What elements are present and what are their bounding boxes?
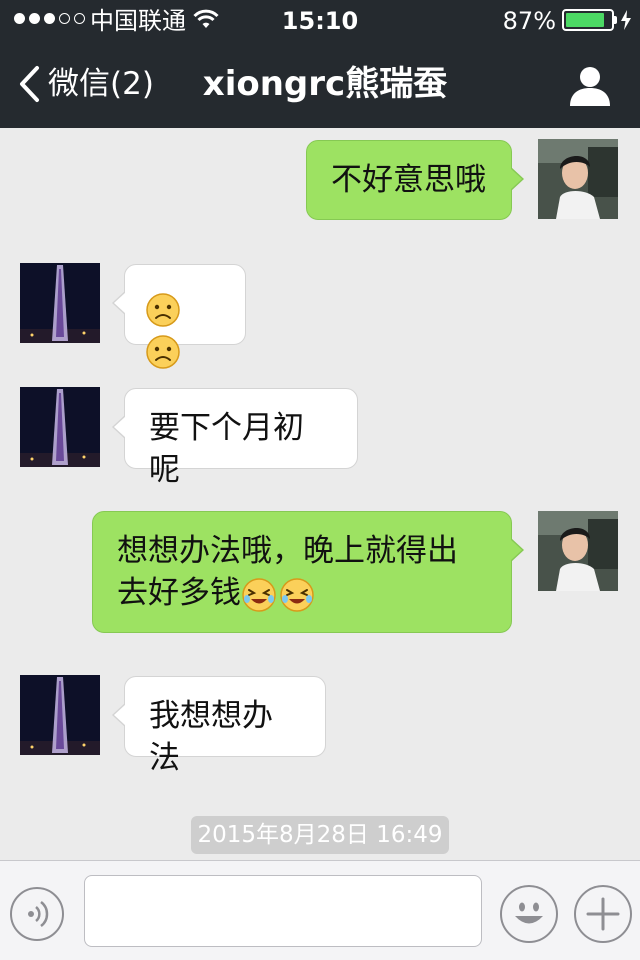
incoming-message-bubble[interactable]: 要下个月初呢 [112,388,358,488]
incoming-message-bubble[interactable] [112,264,246,369]
plus-icon [586,897,620,931]
message-text-line-2: 去好多钱 [117,572,487,614]
input-bar [0,860,640,960]
status-bar: 中国联通 15:10 87% [0,0,640,40]
chat-area[interactable]: 不好意思哦 要下个月初呢 想想办法哦，晚上就得出 去好多钱 我想想办法 2015… [0,128,640,860]
message-input[interactable] [84,875,482,947]
voice-button[interactable] [10,887,64,941]
selfie-photo [538,139,618,219]
charging-bolt-icon [621,10,631,30]
message-text: 不好意思哦 [331,162,486,198]
back-button[interactable]: 微信(2) [18,62,154,106]
sad-face-emoji [145,292,181,328]
person-icon[interactable] [568,64,612,108]
back-label: 微信(2) [48,66,154,102]
battery-level-fill [566,13,605,27]
tower-photo [20,387,100,467]
incoming-message-bubble[interactable]: 我想想办法 [112,676,326,776]
more-button[interactable] [574,885,632,943]
contact-avatar[interactable] [20,263,100,343]
tearful-laugh-emoji [241,577,277,613]
battery-percentage: 87% [502,7,556,35]
tearful-laugh-emoji [279,577,315,613]
outgoing-message-bubble[interactable]: 想想办法哦，晚上就得出 去好多钱 [92,511,524,633]
contact-avatar[interactable] [20,675,100,755]
contact-avatar[interactable] [20,387,100,467]
tower-photo [20,263,100,343]
outgoing-message-bubble[interactable]: 不好意思哦 [306,140,524,220]
my-avatar[interactable] [538,139,618,219]
message-text: 去好多钱 [117,575,241,611]
smiley-icon [515,902,543,924]
message-text: 我想想办法 [149,698,273,776]
battery-tip [614,16,617,24]
chat-title: xiongrc熊瑞蚕 [202,64,448,104]
message-timestamp: 2015年8月28日 16:49 [191,816,449,854]
message-text: 要下个月初呢 [149,410,304,488]
emoji-button[interactable] [500,885,558,943]
voice-icon [28,901,49,927]
navigation-bar: 微信(2) xiongrc熊瑞蚕 [0,40,640,128]
battery-icon [562,9,614,31]
my-avatar[interactable] [538,511,618,591]
message-text-line: 想想办法哦，晚上就得出 [117,533,458,569]
sad-face-emoji [145,334,181,370]
tower-photo [20,675,100,755]
selfie-photo [538,511,618,591]
chevron-left-icon [20,66,39,102]
header: 中国联通 15:10 87% 微信(2) xiongrc熊瑞蚕 [0,0,640,128]
